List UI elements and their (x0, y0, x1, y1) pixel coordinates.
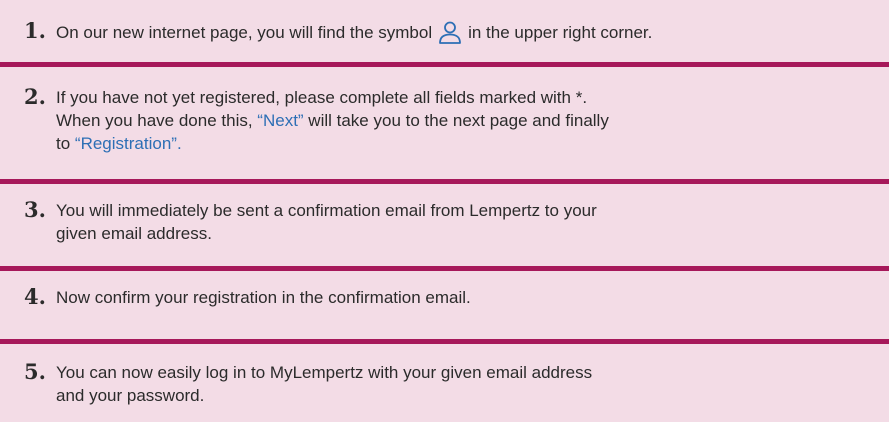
step-text-part: to (56, 134, 75, 153)
step-line: If you have not yet registered, please c… (56, 88, 588, 107)
step-line: You can now easily log in to MyLempertz … (56, 363, 593, 382)
step-line: Now confirm your registration in the con… (56, 288, 471, 307)
step-text-part: will take you to the next page and final… (303, 111, 609, 130)
step-2: 2. If you have not yet registered, pleas… (0, 67, 889, 179)
step-text: If you have not yet registered, please c… (56, 86, 883, 155)
next-link[interactable]: “Next” (257, 111, 303, 130)
step-number: 4. (24, 284, 46, 309)
step-line: You will immediately be sent a confirmat… (56, 201, 597, 220)
step-5: 5. You can now easily log in to MyLemper… (0, 344, 889, 422)
registration-steps: 1. On our new internet page, you will fi… (0, 0, 889, 422)
step-line: When you have done this, “Next” will tak… (56, 109, 883, 132)
step-text: On our new internet page, you will find … (56, 20, 883, 50)
step-1: 1. On our new internet page, you will fi… (0, 0, 889, 62)
step-number: 2. (24, 84, 46, 109)
step-number: 3. (24, 197, 46, 222)
step-number: 1. (24, 18, 46, 43)
step-number: 5. (24, 359, 46, 384)
step-line: and your password. (56, 386, 205, 405)
step-text-part: When you have done this, (56, 111, 258, 130)
step-4: 4. Now confirm your registration in the … (0, 271, 889, 339)
registration-link[interactable]: “Registration”. (75, 134, 182, 153)
step-text-part: in the upper right corner. (468, 23, 653, 42)
step-text: You will immediately be sent a confirmat… (56, 199, 883, 245)
step-line: to “Registration”. (56, 132, 883, 155)
user-icon (438, 20, 462, 50)
step-text: Now confirm your registration in the con… (56, 286, 883, 309)
step-line: given email address. (56, 224, 212, 243)
step-text-part: On our new internet page, you will find … (56, 23, 433, 42)
step-text: You can now easily log in to MyLempertz … (56, 361, 883, 407)
step-3: 3. You will immediately be sent a confir… (0, 184, 889, 266)
